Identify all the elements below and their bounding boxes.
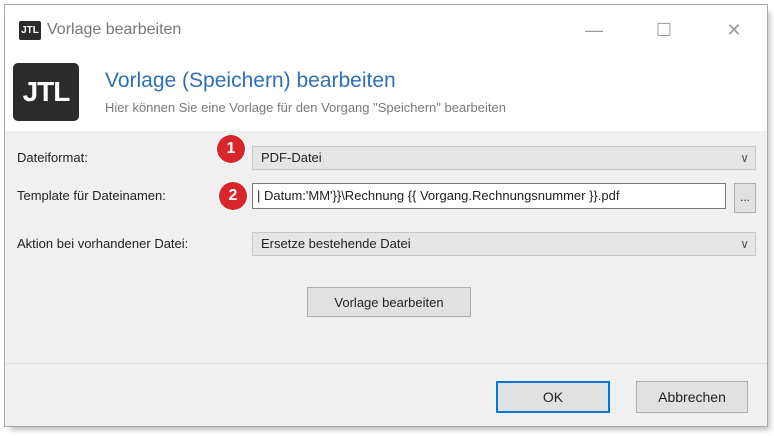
callout-badge-2: 2 — [219, 182, 247, 210]
chevron-down-icon: ∨ — [740, 237, 749, 251]
aktion-select[interactable]: Ersetze bestehende Datei ∨ — [252, 232, 756, 256]
window-title: Vorlage bearbeiten — [47, 21, 182, 38]
header-subtitle: Hier können Sie eine Vorlage für den Vor… — [105, 100, 506, 115]
callout-badge-1: 1 — [217, 135, 245, 163]
dateiformat-label: Dateiformat: — [17, 150, 88, 165]
dialog-header: JTL Vorlage (Speichern) bearbeiten Hier … — [5, 53, 767, 132]
vorlage-bearbeiten-button[interactable]: Vorlage bearbeiten — [307, 287, 471, 317]
dialog-window: JTL Vorlage bearbeiten — ☐ ✕ JTL Vorlage… — [4, 4, 768, 427]
aktion-value: Ersetze bestehende Datei — [261, 236, 411, 251]
abbrechen-button[interactable]: Abbrechen — [636, 381, 748, 413]
form-area: Dateiformat: 1 PDF-Datei ∨ Template für … — [5, 131, 767, 363]
template-dateiname-input[interactable]: | Datum:'MM'}}\Rechnung {{ Vorgang.Rechn… — [252, 183, 726, 209]
minimize-icon: — — [585, 19, 603, 40]
title-bar[interactable]: JTL Vorlage bearbeiten — ☐ ✕ — [5, 5, 767, 53]
maximize-button[interactable]: ☐ — [641, 13, 687, 47]
header-title: Vorlage (Speichern) bearbeiten — [105, 69, 396, 92]
browse-button[interactable]: ... — [734, 183, 756, 213]
minimize-button[interactable]: — — [571, 13, 617, 47]
aktion-label: Aktion bei vorhandener Datei: — [17, 236, 189, 251]
dateiformat-value: PDF-Datei — [261, 150, 322, 165]
dateiformat-select[interactable]: PDF-Datei ∨ — [252, 146, 756, 170]
jtl-logo: JTL — [13, 63, 79, 121]
maximize-icon: ☐ — [655, 19, 673, 40]
app-icon: JTL — [19, 21, 41, 40]
template-dateiname-label: Template für Dateinamen: — [17, 188, 166, 203]
ok-button[interactable]: OK — [496, 381, 610, 413]
dialog-footer: OK Abbrechen — [5, 363, 767, 426]
close-icon: ✕ — [726, 19, 742, 40]
chevron-down-icon: ∨ — [740, 151, 749, 165]
close-button[interactable]: ✕ — [711, 13, 757, 47]
